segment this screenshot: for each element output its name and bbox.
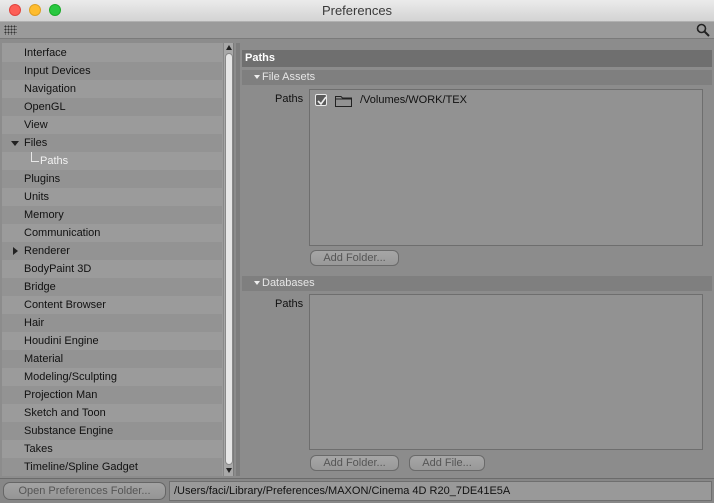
tree-item[interactable]: Hair xyxy=(2,314,222,332)
tree-item[interactable]: Interface xyxy=(2,44,222,62)
tree-item-label: Renderer xyxy=(24,245,70,257)
status-bar: Open Preferences Folder... /Users/faci/L… xyxy=(0,478,714,503)
preferences-path-field: /Users/faci/Library/Preferences/MAXON/Ci… xyxy=(169,481,712,501)
file-assets-paths-label: Paths xyxy=(275,93,304,105)
tree-item[interactable]: Takes xyxy=(2,440,222,458)
tree-item[interactable]: BodyPaint 3D xyxy=(2,260,222,278)
file-assets-path-list[interactable]: /Volumes/WORK/TEX xyxy=(309,89,703,246)
tree-item[interactable]: Modeling/Sculpting xyxy=(2,368,222,386)
tree-item[interactable]: Plugins xyxy=(2,170,222,188)
tree-item-label: Takes xyxy=(24,443,53,455)
databases-add-folder-button[interactable]: Add Folder... xyxy=(310,455,399,471)
title-bar: Preferences xyxy=(0,0,714,22)
check-icon[interactable] xyxy=(315,94,327,106)
chevron-right-icon[interactable] xyxy=(13,247,18,255)
preferences-tree: Interface Input Devices Navigation OpenGL Vi… xyxy=(2,43,234,476)
tree-item-label: Substance Engine xyxy=(24,425,114,437)
tree-scrollbar[interactable] xyxy=(223,43,233,476)
file-assets-group-header[interactable]: File Assets xyxy=(242,70,712,85)
databases-title: Databases xyxy=(262,277,315,289)
databases-group-header[interactable]: Databases xyxy=(242,276,712,291)
tree-connector xyxy=(31,152,39,162)
tree-item-label: Hair xyxy=(24,317,45,329)
tree-item[interactable]: Paths xyxy=(2,152,222,170)
tree-item[interactable]: View xyxy=(2,116,222,134)
tree-item[interactable]: Projection Man xyxy=(2,386,222,404)
panel-title: Paths xyxy=(242,50,712,67)
tree-item[interactable]: Timeline/Spline Gadget xyxy=(2,458,222,476)
tree-item[interactable]: Content Browser xyxy=(2,296,222,314)
tree-item[interactable]: Navigation xyxy=(2,80,222,98)
tree-item[interactable]: Units xyxy=(2,188,222,206)
tree-item-label: Projection Man xyxy=(24,389,98,401)
tree-item[interactable]: Communication xyxy=(2,224,222,242)
databases-path-list[interactable] xyxy=(309,294,703,450)
tree-item-label: Memory xyxy=(24,209,64,221)
tree-item-label: Bridge xyxy=(24,281,56,293)
add-file-button[interactable]: Add File... xyxy=(409,455,485,471)
tree-item-label: Input Devices xyxy=(24,65,91,77)
file-assets-title: File Assets xyxy=(262,71,316,83)
databases-paths-label: Paths xyxy=(275,298,304,310)
tree-item-label: Houdini Engine xyxy=(24,335,99,347)
tree-item-label: Material xyxy=(24,353,64,365)
tree-item-label: Paths xyxy=(40,155,69,167)
tree-item-label: Modeling/Sculpting xyxy=(24,371,117,383)
chevron-down-icon[interactable] xyxy=(11,141,19,146)
list-item[interactable]: /Volumes/WORK/TEX xyxy=(315,94,695,108)
tree-item[interactable]: Renderer xyxy=(2,242,222,260)
chevron-down-icon xyxy=(254,281,260,285)
folder-icon xyxy=(335,95,352,107)
search-icon[interactable] xyxy=(696,23,710,37)
toolbar xyxy=(0,22,714,39)
window-title: Preferences xyxy=(321,3,393,18)
tree-item-label: Timeline/Spline Gadget xyxy=(24,461,138,473)
scroll-thumb[interactable] xyxy=(225,53,233,465)
scroll-up-icon[interactable] xyxy=(226,45,232,50)
tree-item[interactable]: Input Devices xyxy=(2,62,222,80)
tree-item[interactable]: OpenGL xyxy=(2,98,222,116)
path-value: /Volumes/WORK/TEX xyxy=(360,94,467,106)
tree-item[interactable]: Houdini Engine xyxy=(2,332,222,350)
tree-item-label: Units xyxy=(24,191,50,203)
tree-item[interactable]: Memory xyxy=(2,206,222,224)
chevron-down-icon xyxy=(254,75,260,79)
tree-item-label: Plugins xyxy=(24,173,61,185)
tree-item-label: Files xyxy=(24,137,48,149)
tree-item-label: BodyPaint 3D xyxy=(24,263,92,275)
tree-item-label: Navigation xyxy=(24,83,76,95)
scroll-down-icon[interactable] xyxy=(226,468,232,473)
tree-item-label: Interface xyxy=(24,47,67,59)
preferences-window: Preferences Interface Input Devices Naviga… xyxy=(0,0,714,503)
settings-panel: Paths File Assets Paths /Volumes/WORK/TE… xyxy=(242,43,712,476)
tree-item-label: Content Browser xyxy=(24,299,106,311)
tree-item[interactable]: Material xyxy=(2,350,222,368)
tree-item-label: Sketch and Toon xyxy=(24,407,106,419)
tree-item[interactable]: Substance Engine xyxy=(2,422,222,440)
tree-item[interactable]: Files xyxy=(2,134,222,152)
add-folder-button[interactable]: Add Folder... xyxy=(310,250,399,266)
tree-item-label: Communication xyxy=(24,227,101,239)
open-preferences-folder-button[interactable]: Open Preferences Folder... xyxy=(3,482,166,500)
tree-item[interactable]: Sketch and Toon xyxy=(2,404,222,422)
tree-item-label: OpenGL xyxy=(24,101,66,113)
tree-item-label: View xyxy=(24,119,48,131)
tree-item[interactable]: Bridge xyxy=(2,278,222,296)
grid-icon[interactable] xyxy=(4,25,17,35)
panel-splitter[interactable] xyxy=(236,43,240,476)
